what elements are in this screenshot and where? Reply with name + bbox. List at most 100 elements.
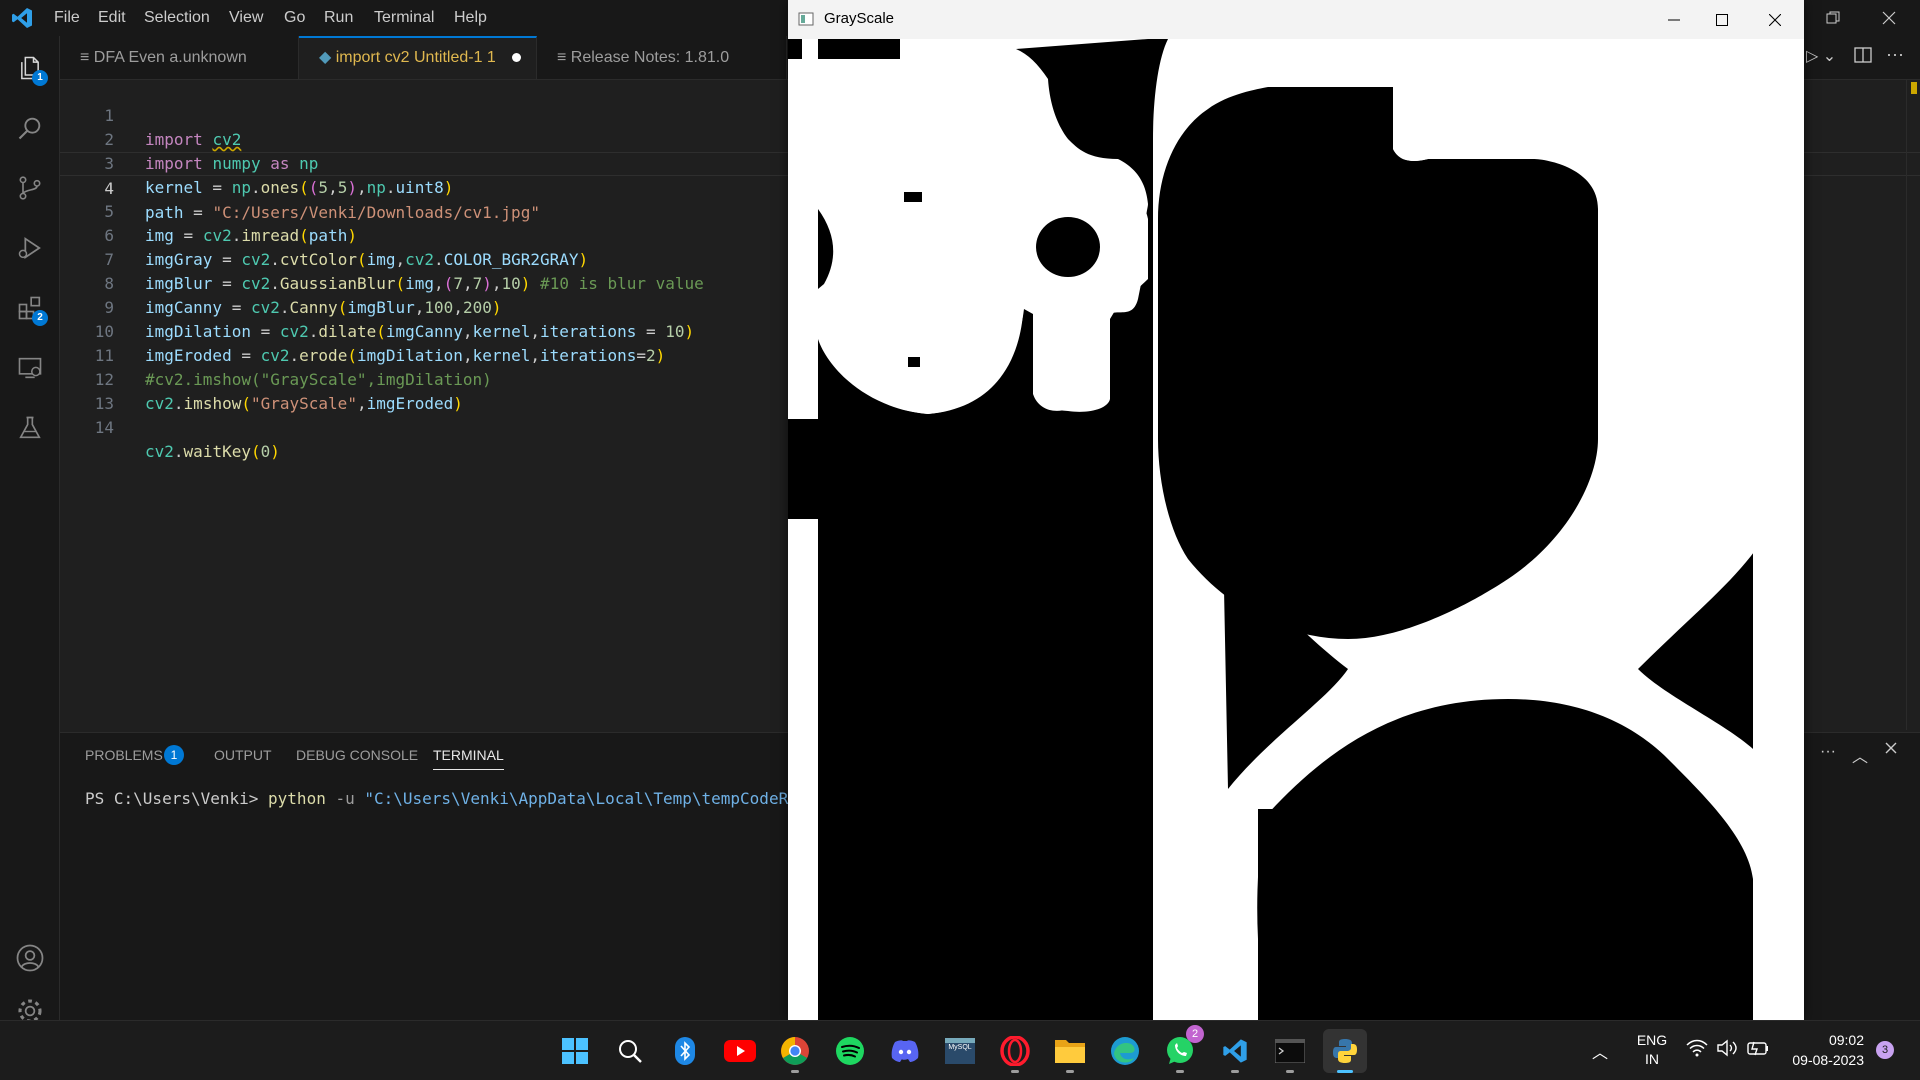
vscode-logo-icon xyxy=(12,8,32,28)
tab-label: Release Notes: 1.81.0 xyxy=(570,49,730,66)
vscode-taskbar-icon[interactable] xyxy=(1213,1029,1257,1073)
extensions-badge: 2 xyxy=(32,310,48,326)
file-explorer-icon[interactable] xyxy=(1048,1029,1092,1073)
menu-run[interactable]: Run xyxy=(316,0,361,36)
whatsapp-icon[interactable]: 2 xyxy=(1158,1025,1204,1073)
volume-icon[interactable] xyxy=(1716,1039,1738,1062)
problems-count-badge: 1 xyxy=(164,745,184,765)
running-indicator xyxy=(1176,1070,1184,1073)
language-bottom: IN xyxy=(1645,1051,1659,1067)
terminal-command: python xyxy=(268,789,326,808)
clock-date: 09-08-2023 xyxy=(1792,1052,1864,1068)
tab-debug-console[interactable]: DEBUG CONSOLE xyxy=(296,747,418,763)
tab-release-notes[interactable]: ≡ Release Notes: 1.81.0 xyxy=(537,36,787,79)
wifi-icon[interactable] xyxy=(1686,1039,1708,1062)
whatsapp-badge: 2 xyxy=(1186,1025,1204,1043)
split-editor-icon[interactable] xyxy=(1854,46,1872,69)
start-windows-icon[interactable] xyxy=(553,1029,597,1073)
scrollbar-marker xyxy=(1911,82,1917,94)
settings-gear-icon[interactable] xyxy=(8,996,52,1020)
language-top: ENG xyxy=(1636,1032,1668,1048)
run-menu-chevron-icon[interactable]: ▷ ⌄ xyxy=(1806,46,1836,66)
tab-problems[interactable]: PROBLEMS xyxy=(85,747,163,763)
editor-scrollbar[interactable] xyxy=(1906,80,1920,730)
window-app-icon xyxy=(798,12,814,26)
account-icon[interactable] xyxy=(8,936,52,980)
remote-explorer-icon[interactable] xyxy=(8,346,52,390)
maximize-panel-chevron-icon[interactable]: ︿ xyxy=(1852,743,1868,767)
running-indicator xyxy=(791,1070,799,1073)
more-actions-icon[interactable]: ··· xyxy=(1886,44,1904,65)
tab-output[interactable]: OUTPUT xyxy=(214,747,272,763)
code-token: cv2 xyxy=(145,442,174,461)
minimize-icon[interactable] xyxy=(1650,0,1698,39)
close-window-icon[interactable] xyxy=(1746,0,1804,39)
tab-terminal[interactable]: TERMINAL xyxy=(433,747,504,770)
clock-time: 09:02 xyxy=(1828,1032,1864,1048)
menu-go[interactable]: Go xyxy=(276,0,313,36)
grayscale-window-title: GrayScale xyxy=(824,10,895,27)
code-token: 0 xyxy=(260,442,271,461)
search-icon[interactable] xyxy=(8,106,52,150)
code-token: . xyxy=(173,442,184,461)
terminal-output[interactable]: PS C:\Users\Venki> python -u "C:\Users\V… xyxy=(85,789,836,808)
menu-file[interactable]: File xyxy=(46,0,88,36)
python-icon: ◆ xyxy=(319,49,336,66)
opera-icon[interactable] xyxy=(993,1029,1037,1073)
mysql-workbench-icon[interactable]: MySQL xyxy=(938,1029,982,1073)
mysql-label: MySQL xyxy=(948,1044,972,1051)
tab-dfa[interactable]: ≡ DFA Even a.unknown xyxy=(60,36,299,79)
youtube-icon[interactable] xyxy=(718,1029,762,1073)
discord-icon[interactable] xyxy=(883,1029,927,1073)
extensions-icon[interactable]: 2 xyxy=(8,286,52,330)
tab-untitled-1[interactable]: ◆ import cv2 Untitled-1 1 xyxy=(299,36,537,79)
menu-terminal[interactable]: Terminal xyxy=(366,0,442,36)
unsaved-dot-icon[interactable] xyxy=(512,53,522,63)
bluetooth-icon[interactable] xyxy=(663,1029,707,1073)
clock[interactable]: 09:02 09-08-2023 xyxy=(1778,1030,1864,1070)
terminal-icon[interactable] xyxy=(1268,1029,1312,1073)
code-token: ) xyxy=(270,442,280,461)
battery-icon[interactable] xyxy=(1746,1039,1770,1062)
close-panel-icon[interactable] xyxy=(1884,741,1898,760)
panel-more-icon[interactable]: ··· xyxy=(1820,743,1836,761)
taskbar-search-icon[interactable] xyxy=(608,1029,652,1073)
code-token: waitKey xyxy=(183,442,251,461)
run-debug-icon[interactable] xyxy=(8,226,52,270)
list-icon: ≡ xyxy=(557,49,571,66)
notification-count-badge[interactable]: 3 xyxy=(1876,1041,1894,1059)
explorer-badge: 1 xyxy=(32,70,48,86)
terminal-flag: -u xyxy=(325,789,365,808)
activity-bar: 1 2 xyxy=(0,36,60,1020)
menu-help[interactable]: Help xyxy=(446,0,495,36)
tray-chevron-up-icon[interactable]: ︿ xyxy=(1592,1039,1608,1063)
code-token: ( xyxy=(250,442,261,461)
spotify-icon[interactable] xyxy=(828,1029,872,1073)
python-app-icon[interactable] xyxy=(1323,1029,1367,1073)
running-indicator xyxy=(1011,1070,1019,1073)
active-indicator xyxy=(1337,1070,1353,1073)
tab-label: DFA Even a.unknown xyxy=(93,49,247,66)
windows-taskbar: MySQL 2 ︿ ENG IN 09:02 09-08-2023 3 xyxy=(0,1020,1920,1080)
line-number: 14 xyxy=(94,418,114,437)
eroded-image xyxy=(788,39,1804,1020)
language-indicator[interactable]: ENG IN xyxy=(1632,1031,1672,1069)
grayscale-window[interactable]: GrayScale xyxy=(788,0,1804,1020)
grayscale-title-bar[interactable]: GrayScale xyxy=(788,0,1804,39)
menu-view[interactable]: View xyxy=(221,0,271,36)
menu-selection[interactable]: Selection xyxy=(136,0,218,36)
running-indicator xyxy=(1231,1070,1239,1073)
running-indicator xyxy=(1066,1070,1074,1073)
menu-edit[interactable]: Edit xyxy=(90,0,134,36)
edge-icon[interactable] xyxy=(1103,1029,1147,1073)
close-icon[interactable] xyxy=(1866,0,1912,36)
explorer-icon[interactable]: 1 xyxy=(8,46,52,90)
running-indicator xyxy=(1286,1070,1294,1073)
source-control-icon[interactable] xyxy=(8,166,52,210)
maximize-icon[interactable] xyxy=(1698,0,1746,39)
restore-icon[interactable] xyxy=(1810,0,1856,36)
testing-flask-icon[interactable] xyxy=(8,406,52,450)
terminal-argument: "C:\Users\Venki\AppData\Local\Temp\tempC… xyxy=(364,789,837,808)
chrome-icon[interactable] xyxy=(773,1029,817,1073)
terminal-prompt: PS C:\Users\Venki> xyxy=(85,789,269,808)
